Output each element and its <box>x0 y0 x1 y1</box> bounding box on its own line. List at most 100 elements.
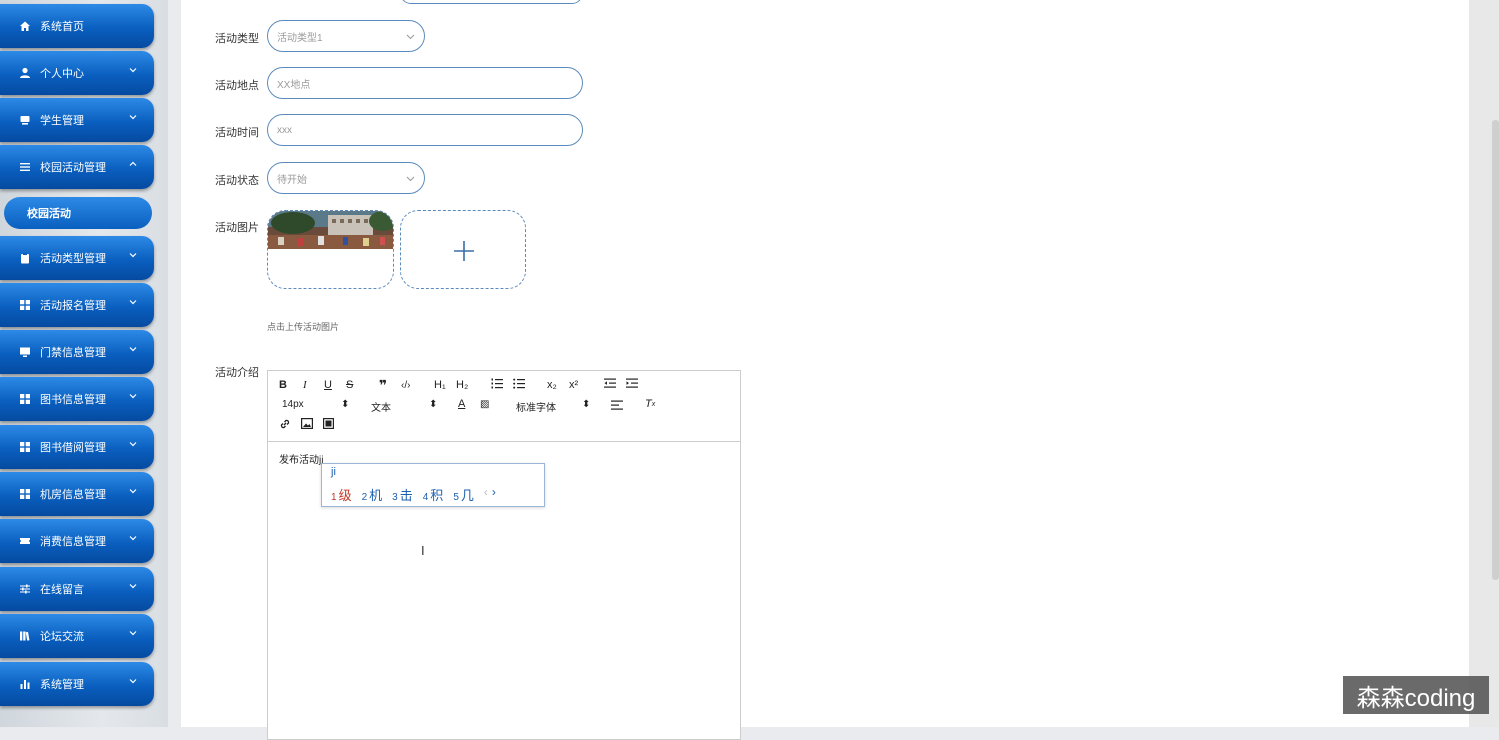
sidebar-item-forum[interactable]: 论坛交流 <box>0 614 154 658</box>
activity-type-label: 活动类型 <box>215 33 259 45</box>
bullet-list-icon[interactable] <box>513 378 525 389</box>
sidebar-item-book-borrow[interactable]: 图书借阅管理 <box>0 425 154 469</box>
clear-format-icon[interactable]: Tx <box>645 398 655 410</box>
font-size-value: 14px <box>282 399 304 410</box>
sidebar-item-label: 活动报名管理 <box>40 300 106 312</box>
chevron-down-icon <box>129 394 137 399</box>
code-icon[interactable]: ‹/› <box>401 380 410 391</box>
h1-icon[interactable]: H₁ <box>434 379 446 391</box>
paragraph-select[interactable]: 文本 <box>371 399 391 414</box>
scrollbar[interactable] <box>1492 120 1499 580</box>
italic-icon[interactable]: I <box>303 379 307 391</box>
superscript-icon[interactable]: x² <box>569 379 578 391</box>
sidebar-item-campus-activity[interactable]: 校园活动管理 <box>0 145 154 189</box>
time-input[interactable]: xxx <box>267 114 583 146</box>
time-label: 活动时间 <box>215 127 259 139</box>
chevron-down-icon <box>129 253 137 258</box>
sidebar-item-computer-room[interactable]: 机房信息管理 <box>0 472 154 516</box>
sidebar-item-activity-type[interactable]: 活动类型管理 <box>0 236 154 280</box>
sidebar-item-label: 系统首页 <box>40 21 84 33</box>
activity-photo <box>268 211 393 249</box>
chevron-down-icon <box>129 536 137 541</box>
indent-icon[interactable] <box>626 378 638 389</box>
ime-candidates: 1级 2机 3击 4积 5几 ‹ › <box>331 485 496 504</box>
ime-input-text: ji <box>331 466 336 478</box>
sidebar-item-system[interactable]: 系统管理 <box>0 662 154 706</box>
strike-icon[interactable]: S <box>346 379 353 391</box>
ime-candidate-window[interactable]: ji 1级 2机 3击 4积 5几 ‹ › <box>321 463 545 507</box>
font-family-arrow-icon: ⬍ <box>582 399 591 410</box>
ordered-list-icon[interactable] <box>491 378 503 389</box>
chevron-up-icon <box>129 161 137 166</box>
sidebar-item-students[interactable]: 学生管理 <box>0 98 154 142</box>
sidebar-item-label: 图书借阅管理 <box>40 442 106 454</box>
sidebar-subitem-campus-activity[interactable]: 校园活动 <box>4 197 152 229</box>
ime-candidate[interactable]: 2机 <box>362 485 383 504</box>
intro-label: 活动介绍 <box>215 367 259 379</box>
paragraph-arrow-icon: ⬍ <box>429 399 438 410</box>
previous-field[interactable] <box>400 0 583 4</box>
link-icon[interactable] <box>279 418 291 430</box>
editor-content[interactable]: 发布活动ji <box>279 451 323 466</box>
next-page-icon[interactable]: › <box>492 485 496 504</box>
chevron-down-icon <box>129 631 137 636</box>
h2-icon[interactable]: H₂ <box>456 379 468 391</box>
ime-candidate[interactable]: 3击 <box>392 485 413 504</box>
sidebar-item-label: 学生管理 <box>40 115 84 127</box>
candidate-num: 5 <box>453 492 459 503</box>
candidate-text: 机 <box>369 488 383 503</box>
sidebar-item-label: 在线留言 <box>40 584 84 596</box>
font-size-arrow-icon: ⬍ <box>341 399 350 410</box>
font-family-value: 标准字体 <box>516 403 556 414</box>
grid-icon <box>19 488 31 500</box>
user-icon <box>19 67 31 79</box>
sidebar-item-messages[interactable]: 在线留言 <box>0 567 154 611</box>
candidate-num: 2 <box>361 492 368 503</box>
sidebar-item-access-control[interactable]: 门禁信息管理 <box>0 330 154 374</box>
sidebar-item-label: 系统管理 <box>40 679 84 691</box>
candidate-num: 3 <box>392 492 398 503</box>
quote-icon[interactable]: ❞ <box>379 377 387 394</box>
location-input[interactable]: XX地点 <box>267 67 583 99</box>
chevron-down-icon <box>129 300 137 305</box>
chevron-down-icon <box>129 489 137 494</box>
image-icon[interactable] <box>301 418 313 429</box>
ime-candidate[interactable]: 5几 <box>453 485 474 504</box>
video-icon[interactable] <box>323 418 334 429</box>
subscript-icon[interactable]: x₂ <box>547 379 557 391</box>
upload-image-button[interactable] <box>400 210 526 289</box>
activity-type-value: 活动类型1 <box>277 32 323 44</box>
sidebar-item-home[interactable]: 系统首页 <box>0 4 154 48</box>
monitor-icon <box>19 346 31 358</box>
align-icon[interactable] <box>611 400 623 410</box>
sidebar-item-activity-signup[interactable]: 活动报名管理 <box>0 283 154 327</box>
sidebar-item-consumption[interactable]: 消费信息管理 <box>0 519 154 563</box>
books-icon <box>19 630 31 642</box>
ime-candidate[interactable]: 1级 <box>331 485 352 504</box>
underline-icon[interactable]: U <box>324 379 332 391</box>
chevron-down-icon <box>129 442 137 447</box>
activity-type-select[interactable]: 活动类型1 <box>267 20 425 52</box>
grid-icon <box>19 299 31 311</box>
sidebar-item-personal[interactable]: 个人中心 <box>0 51 154 95</box>
home-icon <box>19 20 31 32</box>
font-size-select[interactable]: 14px <box>282 399 304 410</box>
background-color-icon[interactable]: ▨ <box>480 399 489 410</box>
uploaded-image[interactable] <box>267 210 394 289</box>
sidebar-item-books[interactable]: 图书信息管理 <box>0 377 154 421</box>
rich-text-editor[interactable]: B I U S ❞ ‹/› H₁ H₂ x₂ x² 14px ⬍ 文本 ⬍ A … <box>267 370 741 740</box>
ime-candidate[interactable]: 4积 <box>423 485 444 504</box>
status-select[interactable]: 待开始 <box>267 162 425 194</box>
font-family-select[interactable]: 标准字体 <box>516 399 556 414</box>
sidebar-item-label: 机房信息管理 <box>40 489 106 501</box>
upload-hint: 点击上传活动图片 <box>267 322 340 332</box>
chevron-down-icon <box>406 34 415 40</box>
watermark: 森森coding <box>1343 676 1489 714</box>
list-icon <box>19 161 31 173</box>
font-color-icon[interactable]: A <box>458 398 465 410</box>
outdent-icon[interactable] <box>604 378 616 389</box>
editor-text: 发布活动 <box>279 455 319 466</box>
bold-icon[interactable]: B <box>279 379 287 391</box>
chevron-down-icon <box>129 68 137 73</box>
prev-page-icon[interactable]: ‹ <box>484 485 488 504</box>
